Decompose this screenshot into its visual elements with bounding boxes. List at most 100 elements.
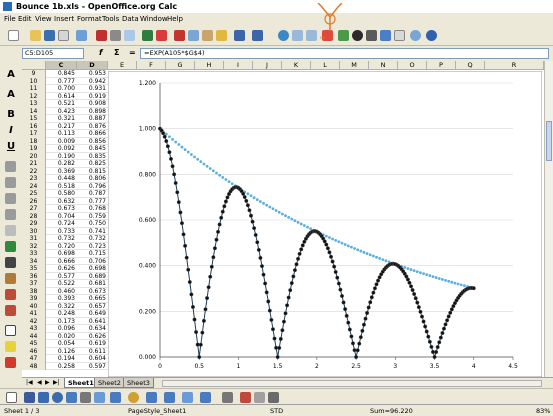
cell-d[interactable]: 0.723 bbox=[77, 243, 108, 250]
cell-d[interactable]: 0.876 bbox=[77, 123, 108, 130]
align-left-icon[interactable] bbox=[5, 161, 16, 172]
row-header[interactable]: 27 bbox=[22, 205, 46, 213]
callout-icon[interactable] bbox=[94, 392, 105, 403]
row-header[interactable]: 12 bbox=[22, 92, 46, 100]
name-box[interactable]: C5:D105 bbox=[22, 48, 84, 59]
cell-c[interactable]: 0.732 bbox=[46, 235, 77, 243]
cell-d[interactable]: 0.715 bbox=[77, 250, 108, 258]
column-header-d[interactable]: D bbox=[77, 61, 108, 70]
row-header[interactable]: 18 bbox=[22, 137, 46, 145]
undo-icon[interactable] bbox=[234, 30, 245, 41]
column-header-o[interactable]: O bbox=[398, 61, 427, 70]
cell-d[interactable]: 0.641 bbox=[77, 318, 108, 325]
status-zoom[interactable]: 83% bbox=[536, 407, 550, 415]
cell-d[interactable]: 0.796 bbox=[77, 183, 108, 190]
menu-data[interactable]: Data bbox=[122, 15, 139, 23]
row-header[interactable]: 42 bbox=[22, 317, 46, 325]
row-header[interactable]: 40 bbox=[22, 302, 46, 310]
menu-help[interactable]: Help bbox=[167, 15, 183, 23]
row-header[interactable]: 32 bbox=[22, 242, 46, 250]
row-header[interactable]: 35 bbox=[22, 265, 46, 273]
cell-d[interactable]: 0.626 bbox=[77, 333, 108, 340]
cell-d[interactable]: 0.787 bbox=[77, 190, 108, 198]
cell-d[interactable]: 0.931 bbox=[77, 85, 108, 93]
cell-c[interactable]: 0.258 bbox=[46, 363, 77, 370]
cell-d[interactable]: 0.649 bbox=[77, 310, 108, 318]
cell-c[interactable]: 0.577 bbox=[46, 273, 77, 280]
cell-c[interactable]: 0.614 bbox=[46, 93, 77, 100]
cell-c[interactable]: 0.096 bbox=[46, 325, 77, 333]
cell-c[interactable]: 0.460 bbox=[46, 288, 77, 295]
row-header[interactable]: 28 bbox=[22, 212, 46, 220]
row-header[interactable]: 17 bbox=[22, 130, 46, 138]
column-header-l[interactable]: L bbox=[311, 61, 340, 70]
sort-asc-icon[interactable] bbox=[292, 30, 303, 41]
save-icon[interactable] bbox=[44, 30, 55, 41]
cell-d[interactable]: 0.619 bbox=[77, 340, 108, 348]
cell-d[interactable]: 0.741 bbox=[77, 228, 108, 235]
stars-icon[interactable] bbox=[200, 392, 211, 403]
block-arrows-icon[interactable] bbox=[146, 392, 157, 403]
callouts-icon[interactable] bbox=[182, 392, 193, 403]
menu-tools[interactable]: Tools bbox=[102, 15, 119, 23]
cell-d[interactable]: 0.706 bbox=[77, 258, 108, 265]
row-header[interactable]: 20 bbox=[22, 152, 46, 160]
column-header-n[interactable]: N bbox=[369, 61, 398, 70]
column-header-e[interactable]: E bbox=[108, 61, 137, 70]
email-icon[interactable] bbox=[58, 30, 69, 41]
delete-decimal-icon[interactable] bbox=[5, 305, 16, 316]
function-icon[interactable]: = bbox=[129, 48, 136, 57]
cell-d[interactable]: 0.866 bbox=[77, 130, 108, 138]
cell-c[interactable]: 0.217 bbox=[46, 123, 77, 130]
cell-c[interactable]: 0.448 bbox=[46, 175, 77, 183]
row-header[interactable]: 11 bbox=[22, 85, 46, 93]
text-icon[interactable] bbox=[80, 392, 91, 403]
autospell-icon[interactable] bbox=[156, 30, 167, 41]
cell-d[interactable]: 0.604 bbox=[77, 355, 108, 363]
row-header[interactable]: 23 bbox=[22, 175, 46, 183]
menu-insert[interactable]: Insert bbox=[54, 15, 74, 23]
cell-c[interactable]: 0.126 bbox=[46, 348, 77, 355]
ellipse-icon[interactable] bbox=[52, 392, 63, 403]
column-header-p[interactable]: P bbox=[427, 61, 456, 70]
column-header-m[interactable]: M bbox=[340, 61, 369, 70]
column-header-k[interactable]: K bbox=[282, 61, 311, 70]
cell-c[interactable]: 0.632 bbox=[46, 198, 77, 205]
cell-c[interactable]: 0.423 bbox=[46, 108, 77, 115]
tab-nav-next-icon[interactable]: ▶ bbox=[45, 379, 50, 386]
cell-c[interactable]: 0.720 bbox=[46, 243, 77, 250]
row-header[interactable]: 25 bbox=[22, 190, 46, 198]
function-wizard-icon[interactable]: f bbox=[99, 48, 102, 57]
cell-d[interactable]: 0.732 bbox=[77, 235, 108, 243]
preview-icon[interactable] bbox=[124, 30, 135, 41]
find-icon[interactable] bbox=[366, 30, 377, 41]
row-header[interactable]: 47 bbox=[22, 355, 46, 363]
cell-c[interactable]: 0.698 bbox=[46, 250, 77, 258]
row-header[interactable]: 48 bbox=[22, 362, 46, 370]
menu-format[interactable]: Format bbox=[77, 15, 102, 23]
cell-d[interactable]: 0.908 bbox=[77, 100, 108, 108]
row-header[interactable]: 19 bbox=[22, 145, 46, 153]
tab-nav-first-icon[interactable]: |◀ bbox=[26, 379, 33, 386]
cell-c[interactable]: 0.113 bbox=[46, 130, 77, 138]
sum-icon[interactable]: Σ bbox=[114, 48, 119, 57]
cell-d[interactable]: 0.919 bbox=[77, 93, 108, 100]
tab-sheet1[interactable]: Sheet1 bbox=[64, 378, 98, 388]
merge-cells-icon[interactable] bbox=[5, 225, 16, 236]
cell-d[interactable]: 0.681 bbox=[77, 280, 108, 288]
column-header-g[interactable]: G bbox=[166, 61, 195, 70]
formula-input[interactable]: =EXP(A105*$G$4) bbox=[140, 48, 549, 59]
column-header-i[interactable]: I bbox=[224, 61, 253, 70]
cell-c[interactable]: 0.521 bbox=[46, 100, 77, 108]
freeform-icon[interactable] bbox=[66, 392, 77, 403]
font-size-down-button[interactable]: A bbox=[4, 89, 18, 100]
cell-c[interactable]: 0.173 bbox=[46, 318, 77, 325]
column-header-j[interactable]: J bbox=[253, 61, 282, 70]
copy-icon[interactable] bbox=[188, 30, 199, 41]
cell-d[interactable]: 0.673 bbox=[77, 288, 108, 295]
percent-icon[interactable] bbox=[5, 257, 16, 268]
cell-c[interactable]: 0.777 bbox=[46, 78, 77, 85]
cell-c[interactable]: 0.393 bbox=[46, 295, 77, 303]
cell-c[interactable]: 0.673 bbox=[46, 205, 77, 213]
pdf-icon[interactable] bbox=[96, 30, 107, 41]
